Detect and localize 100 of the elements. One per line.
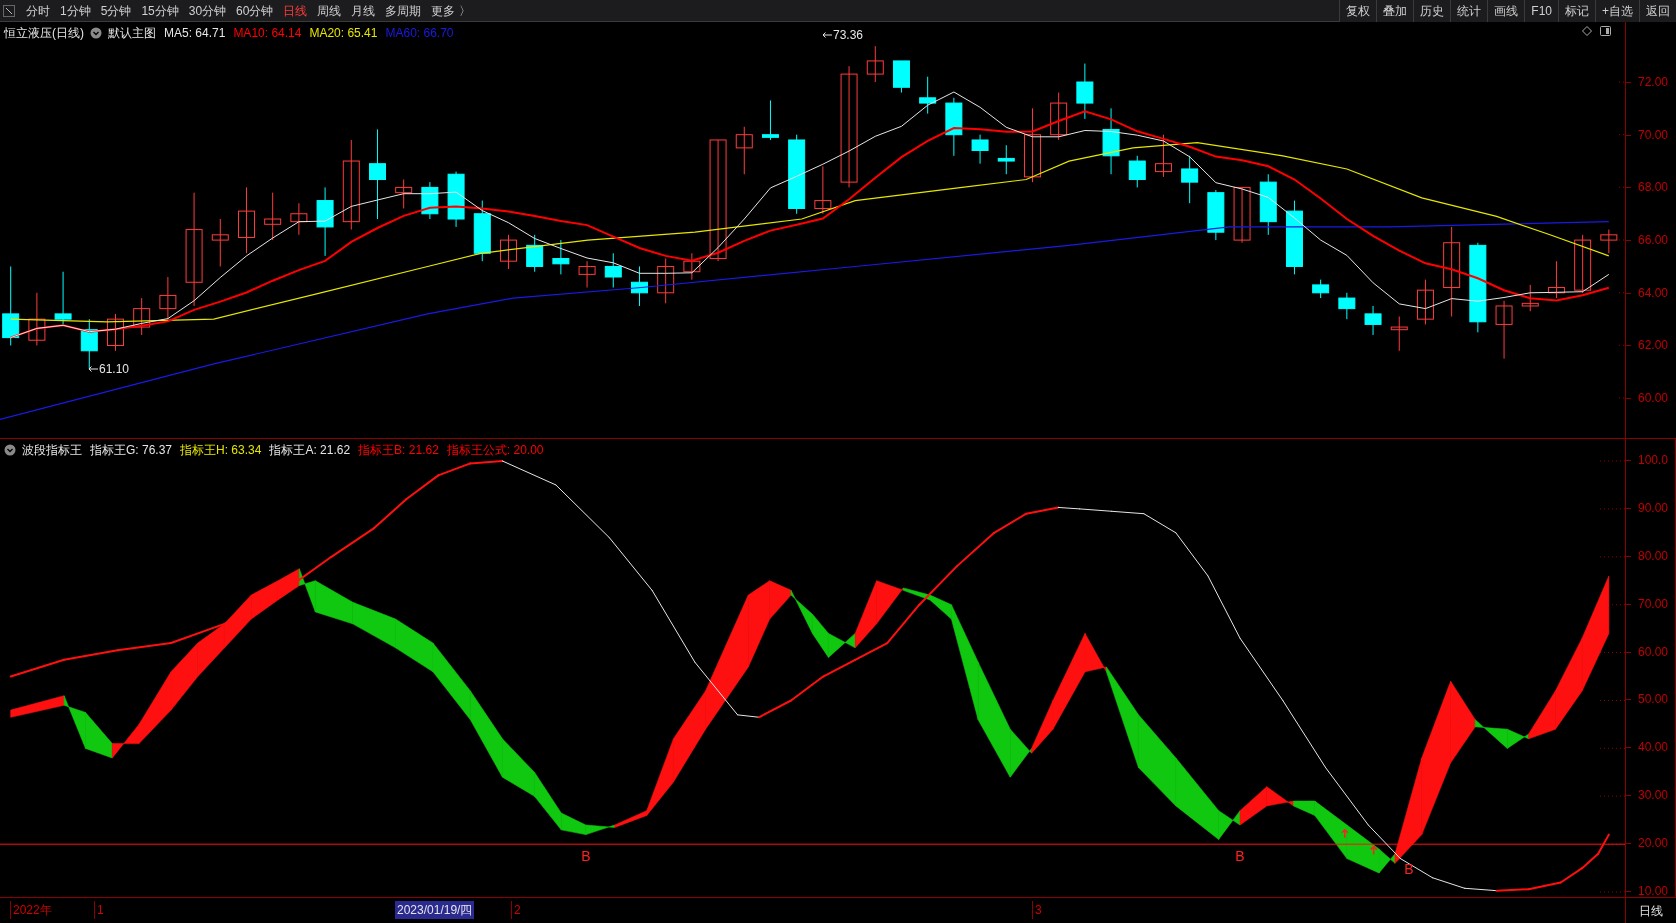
- candlestick: [945, 97, 963, 157]
- pointer-icon: [88, 365, 98, 373]
- more-menu[interactable]: 更多 〉: [431, 1, 471, 20]
- toolbar-button[interactable]: 叠加: [1376, 0, 1414, 22]
- chart-title: 波段指标王: [22, 442, 82, 459]
- axis-label: 10.00: [1638, 884, 1669, 898]
- candlestick: [892, 60, 910, 94]
- candlestick: [1574, 234, 1592, 294]
- candlestick: [761, 99, 779, 141]
- candlestick: [447, 171, 465, 228]
- axis-label: 90.00: [1638, 500, 1669, 515]
- toolbar-button[interactable]: 复权: [1339, 0, 1377, 22]
- indicator-value: 指标王H: 63.34: [180, 442, 262, 459]
- panel-icon[interactable]: [1600, 26, 1611, 36]
- axis-label: 66.00: [1638, 233, 1669, 247]
- indicator-value: MA5: 64.71: [164, 25, 226, 42]
- candlestick: [526, 234, 544, 273]
- candlestick: [1207, 189, 1225, 241]
- period-tab[interactable]: 分时: [26, 1, 50, 20]
- dropdown-icon[interactable]: [4, 444, 16, 456]
- arrow-icon: [1369, 845, 1378, 856]
- indicator-value: 指标王A: 21.62: [269, 442, 351, 459]
- candlestick: [552, 239, 570, 275]
- candlestick: [1102, 107, 1120, 175]
- candlestick: [395, 179, 413, 209]
- price-marker: 73.36: [833, 27, 864, 44]
- indicator-value: MA10: 64.14: [233, 25, 302, 42]
- candlestick: [290, 202, 308, 236]
- collapse-icon[interactable]: [3, 4, 15, 17]
- arrow-icon: [1341, 828, 1349, 839]
- period-tab[interactable]: 周线: [317, 1, 342, 20]
- candlestick: [1600, 229, 1618, 254]
- candlestick: [1181, 155, 1199, 204]
- template-label[interactable]: 默认主图: [108, 24, 156, 42]
- signal-label: B: [581, 848, 591, 865]
- period-tab[interactable]: 多周期: [385, 1, 422, 20]
- indicator-value: 指标王B: 21.62: [358, 442, 439, 459]
- period-tab[interactable]: 1分钟: [60, 1, 91, 20]
- axis-label: 100.0: [1638, 453, 1669, 467]
- candlestick: [159, 276, 177, 320]
- period-tab[interactable]: 60分钟: [236, 1, 274, 20]
- axis-label: 50.00: [1638, 692, 1669, 707]
- candlestick: [1259, 173, 1277, 236]
- candlestick: [1312, 279, 1330, 299]
- candlestick: [500, 234, 517, 270]
- candlestick: [1521, 284, 1539, 312]
- candlestick: [1338, 292, 1356, 320]
- toolbar-button[interactable]: 标记: [1558, 0, 1595, 22]
- indicator-value: MA20: 65.41: [309, 25, 378, 42]
- candlestick: [683, 252, 701, 281]
- candlestick: [919, 76, 937, 115]
- axis-label: 60.00: [1638, 391, 1669, 405]
- period-tab[interactable]: 日线: [283, 1, 308, 20]
- toolbar-button[interactable]: +自选: [1595, 0, 1639, 22]
- indicator-value: 指标王公式: 20.00: [446, 442, 544, 459]
- toolbar-button[interactable]: F10: [1524, 0, 1558, 22]
- candlestick: [211, 218, 229, 267]
- axis-label: 64.00: [1638, 285, 1669, 300]
- period-tab[interactable]: 月线: [351, 1, 376, 20]
- axis-label: 72.00: [1638, 75, 1669, 89]
- candlestick: [54, 271, 72, 325]
- candlestick: [473, 200, 491, 262]
- time-label: 2022年: [10, 901, 52, 919]
- diamond-icon[interactable]: [1582, 26, 1592, 36]
- candlestick: [604, 252, 622, 289]
- candlestick: [133, 297, 151, 336]
- candlestick: [80, 318, 98, 370]
- toolbar-button[interactable]: 统计: [1450, 0, 1488, 22]
- toolbar-button[interactable]: 返回: [1639, 0, 1676, 22]
- axis-label: 70.00: [1638, 127, 1669, 142]
- period-tab[interactable]: 15分钟: [141, 1, 179, 20]
- candlestick: [1364, 305, 1382, 336]
- price-marker: 61.10: [99, 361, 130, 378]
- dropdown-icon[interactable]: [90, 27, 102, 39]
- candlestick: [316, 186, 334, 257]
- axis-label: 80.00: [1638, 548, 1669, 563]
- chart-title: 恒立液压(日线): [4, 25, 84, 42]
- candlestick: [107, 313, 124, 352]
- axis-label: 60.00: [1638, 644, 1669, 659]
- candlestick: [1390, 316, 1408, 352]
- candlestick: [866, 45, 884, 83]
- candlestick: [997, 144, 1015, 175]
- axis-label: 62.00: [1638, 338, 1669, 353]
- candlestick: [1076, 63, 1094, 120]
- toolbar-button[interactable]: 画线: [1487, 0, 1525, 22]
- toolbar-button[interactable]: 历史: [1413, 0, 1451, 22]
- axis-label: 40.00: [1638, 740, 1669, 755]
- period-tab[interactable]: 5分钟: [100, 1, 132, 20]
- candlestick: [1547, 260, 1565, 299]
- period-tab[interactable]: 30分钟: [188, 1, 227, 20]
- time-label: 2023/01/19/四: [395, 901, 475, 919]
- axis-label: 20.00: [1638, 836, 1669, 851]
- indicator-value: 指标王G: 76.37: [90, 442, 173, 459]
- candlestick: [630, 265, 648, 307]
- period-label: 日线: [1639, 902, 1663, 920]
- candlestick: [1416, 279, 1434, 325]
- pointer-icon: [822, 31, 832, 39]
- time-label: 1: [94, 901, 104, 919]
- candlestick: [971, 134, 989, 165]
- candlestick: [735, 126, 753, 175]
